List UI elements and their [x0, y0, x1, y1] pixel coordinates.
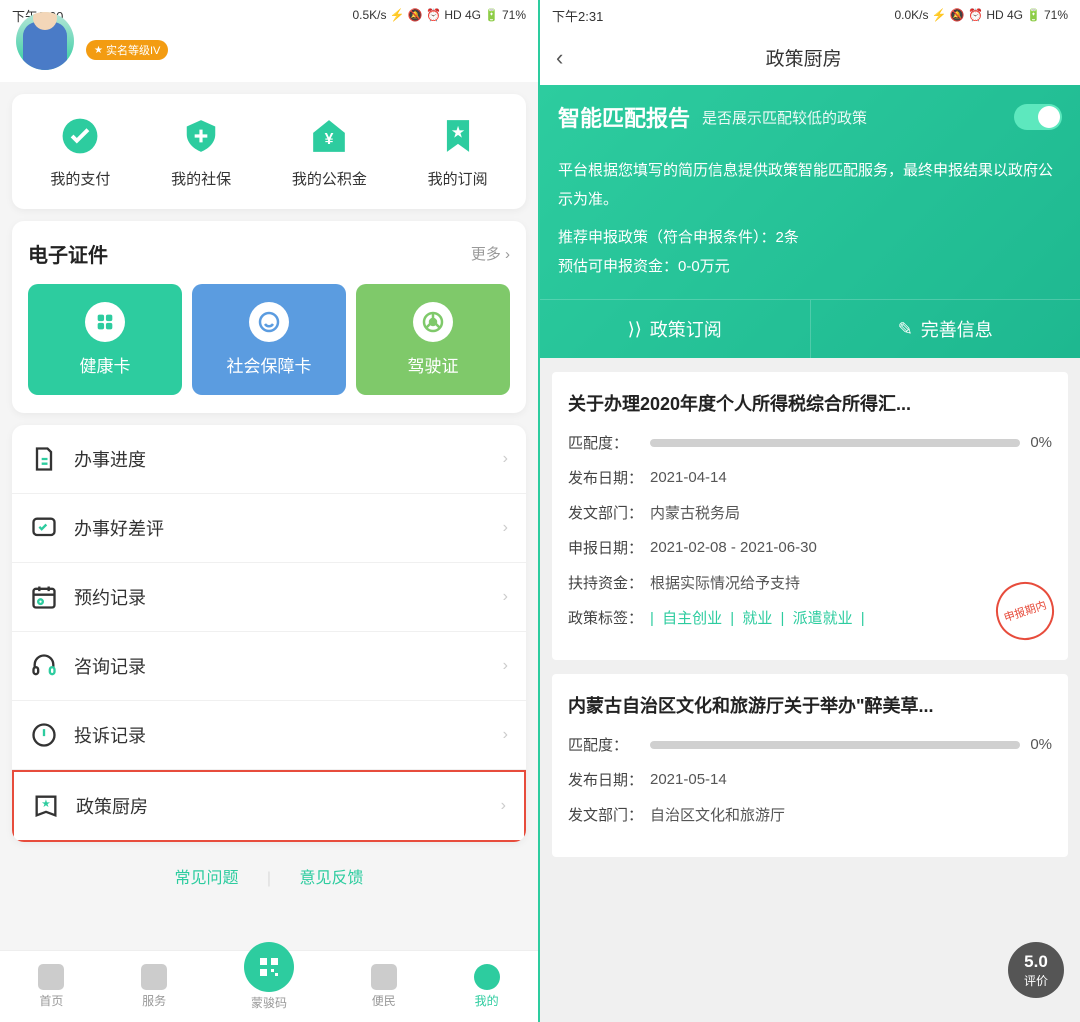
nav-header: ‹ 政策厨房 — [540, 30, 1080, 85]
item-policy-kitchen[interactable]: ★ 政策厨房 › — [12, 770, 526, 842]
policy-title: 关于办理2020年度个人所得税综合所得汇... — [568, 390, 1052, 416]
qa-social[interactable]: 我的社保 — [171, 114, 231, 189]
profile-header: 实名等级IV — [0, 30, 538, 82]
chevron-right-icon: › — [503, 726, 508, 744]
policy-title: 内蒙古自治区文化和旅游厅关于举办"醉美草... — [568, 692, 1052, 718]
tab-bar: 首页 服务 蒙骏码 便民 我的 — [0, 950, 538, 1022]
report-title: 智能匹配报告 — [558, 101, 690, 133]
document-icon — [30, 445, 58, 473]
report-subtitle: 是否展示匹配较低的政策 — [702, 107, 1002, 128]
ecert-drive[interactable]: 驾驶证 — [356, 284, 510, 395]
status-right: 0.0K/s ⚡ 🔕 ⏰ HD 4G 🔋 71% — [894, 8, 1068, 22]
mine-icon — [474, 964, 500, 990]
ecert-title: 电子证件 — [28, 239, 108, 268]
checkmark-icon — [58, 114, 102, 158]
svg-text:¥: ¥ — [325, 131, 334, 148]
book-star-icon: ★ — [32, 792, 60, 820]
chevron-right-icon: › — [503, 588, 508, 606]
policy-card-2[interactable]: 内蒙古自治区文化和旅游厅关于举办"醉美草... 匹配度： 0% 发布日期：202… — [552, 674, 1068, 857]
tab-mine[interactable]: 我的 — [474, 964, 500, 1009]
edit-info-button[interactable]: ✎ 完善信息 — [811, 300, 1080, 358]
page-title: 政策厨房 — [583, 44, 1024, 71]
status-right: 0.5K/s ⚡ 🔕 ⏰ HD 4G 🔋 71% — [352, 8, 526, 22]
chevron-right-icon: › — [501, 797, 506, 815]
status-bar: 下午2:31 0.0K/s ⚡ 🔕 ⏰ HD 4G 🔋 71% — [540, 0, 1080, 30]
edit-icon: ✎ — [898, 319, 913, 340]
feedback-link[interactable]: 意见反馈 — [288, 870, 376, 887]
report-body: 平台根据您填写的简历信息提供政策智能匹配服务，最终申报结果以政府公示为准。 推荐… — [540, 149, 1080, 299]
item-consult[interactable]: 咨询记录 › — [12, 632, 526, 701]
rating-fab[interactable]: 5.0 评价 — [1008, 942, 1064, 998]
policy-tags: | 自主创业 | 就业 | 派遣就业 | — [650, 607, 865, 628]
chevron-right-icon: › — [503, 519, 508, 537]
left-phone-screen: 下午2:30 0.5K/s ⚡ 🔕 ⏰ HD 4G 🔋 71% 实名等级IV 我… — [0, 0, 540, 1022]
tab-civic[interactable]: 便民 — [371, 964, 397, 1009]
footer-links: 常见问题 | 意见反馈 — [0, 854, 538, 898]
tab-home[interactable]: 首页 — [38, 964, 64, 1009]
verify-badge[interactable]: 实名等级IV — [86, 40, 168, 60]
battery-icon: 🔋 — [484, 8, 499, 22]
faq-link[interactable]: 常见问题 — [162, 870, 250, 887]
bookmark-star-icon: ★ — [436, 114, 480, 158]
menu-list: 办事进度 › 办事好差评 › 预约记录 › 咨询记录 › 投诉记录 › ★ 政策… — [12, 425, 526, 842]
subscribe-button[interactable]: ⟩⟩ 政策订阅 — [540, 300, 811, 358]
item-complaint[interactable]: 投诉记录 › — [12, 701, 526, 770]
rss-icon: ⟩⟩ — [628, 319, 642, 340]
status-bar: 下午2:30 0.5K/s ⚡ 🔕 ⏰ HD 4G 🔋 71% — [0, 0, 538, 30]
alert-icon — [30, 721, 58, 749]
status-time: 下午2:31 — [552, 6, 603, 25]
qa-subscribe[interactable]: ★ 我的订阅 — [428, 114, 488, 189]
avatar[interactable] — [16, 12, 74, 70]
battery-icon: 🔋 — [1026, 8, 1041, 22]
chevron-right-icon: › — [503, 657, 508, 675]
health-icon — [85, 302, 125, 342]
ecert-health[interactable]: 健康卡 — [28, 284, 182, 395]
chat-check-icon — [30, 514, 58, 542]
service-icon — [141, 964, 167, 990]
show-low-match-toggle[interactable] — [1014, 104, 1062, 130]
headset-icon — [30, 652, 58, 680]
ecert-section: 电子证件 更多 › 健康卡 社会保障卡 驾驶证 — [12, 221, 526, 413]
qa-payment[interactable]: 我的支付 — [50, 114, 110, 189]
report-panel: 智能匹配报告 是否展示匹配较低的政策 平台根据您填写的简历信息提供政策智能匹配服… — [540, 85, 1080, 358]
item-appointment[interactable]: 预约记录 › — [12, 563, 526, 632]
item-progress[interactable]: 办事进度 › — [12, 425, 526, 494]
qa-fund[interactable]: ¥ 我的公积金 — [292, 114, 367, 189]
home-icon — [38, 964, 64, 990]
svg-text:★: ★ — [41, 798, 51, 810]
item-review[interactable]: 办事好差评 › — [12, 494, 526, 563]
shield-plus-icon — [179, 114, 223, 158]
match-progress — [650, 439, 1020, 447]
qr-icon — [244, 942, 294, 992]
tab-service[interactable]: 服务 — [141, 964, 167, 1009]
report-actions: ⟩⟩ 政策订阅 ✎ 完善信息 — [540, 299, 1080, 358]
back-button[interactable]: ‹ — [556, 45, 563, 71]
svg-text:★: ★ — [451, 125, 465, 142]
right-phone-screen: 下午2:31 0.0K/s ⚡ 🔕 ⏰ HD 4G 🔋 71% ‹ 政策厨房 智… — [540, 0, 1080, 1022]
steering-icon — [413, 302, 453, 342]
house-yen-icon: ¥ — [307, 114, 351, 158]
calendar-icon — [30, 583, 58, 611]
chevron-right-icon: › — [503, 450, 508, 468]
civic-icon — [371, 964, 397, 990]
tab-code[interactable]: 蒙骏码 — [244, 962, 294, 1011]
ecert-more-link[interactable]: 更多 › — [471, 243, 510, 264]
match-progress — [650, 741, 1020, 749]
quick-actions: 我的支付 我的社保 ¥ 我的公积金 ★ 我的订阅 — [12, 94, 526, 209]
social-icon — [249, 302, 289, 342]
policy-card-1[interactable]: 关于办理2020年度个人所得税综合所得汇... 匹配度： 0% 发布日期：202… — [552, 372, 1068, 660]
ecert-social[interactable]: 社会保障卡 — [192, 284, 346, 395]
